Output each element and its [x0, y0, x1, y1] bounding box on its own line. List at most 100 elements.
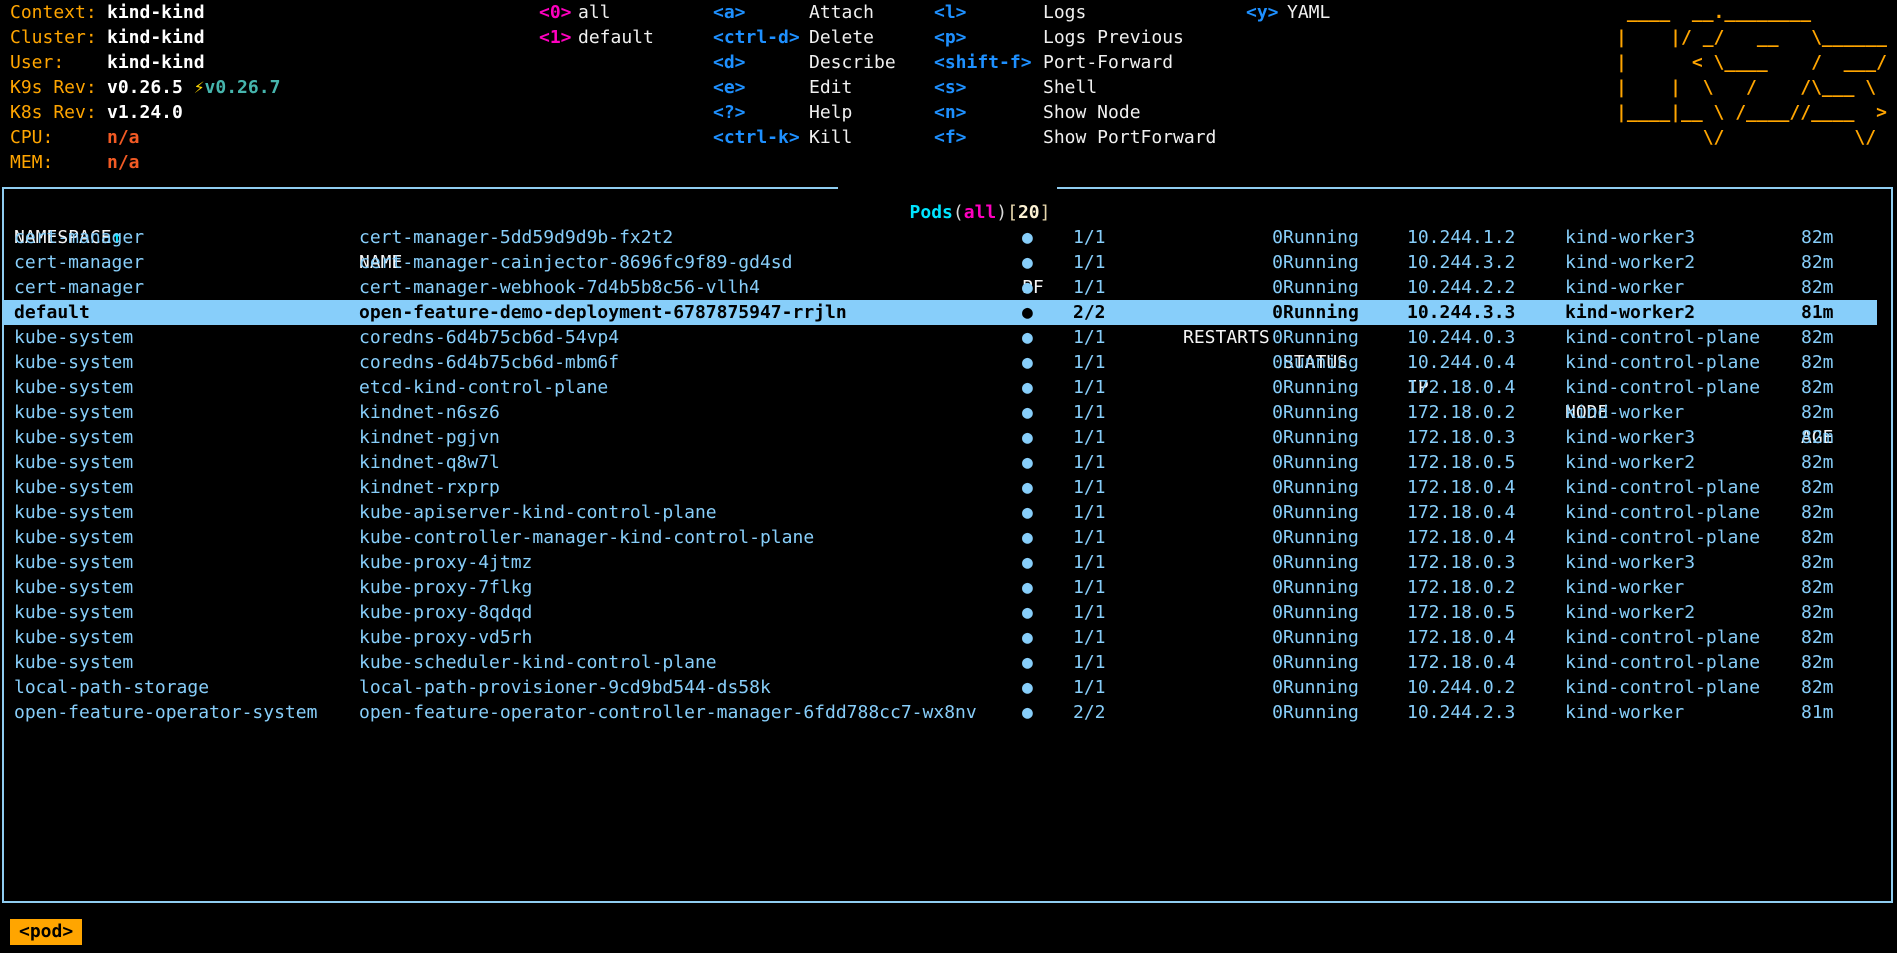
cell-namespace: kube-system: [14, 625, 133, 650]
cell-namespace: cert-manager: [14, 250, 144, 275]
cell-node: kind-control-plane: [1565, 375, 1760, 400]
cell-namespace: cert-manager: [14, 225, 144, 250]
cell-node: kind-control-plane: [1565, 650, 1760, 675]
table-row[interactable]: local-path-storagelocal-path-provisioner…: [3, 675, 1877, 700]
table-row[interactable]: kube-systemkindnet-n6sz6●1/10Running172.…: [3, 400, 1877, 425]
table-row[interactable]: kube-systemcoredns-6d4b75cb6d-54vp4●1/10…: [3, 325, 1877, 350]
cell-namespace: default: [14, 300, 90, 325]
hotkey-key: <s>: [934, 75, 967, 100]
cell-ip: 172.18.0.4: [1407, 525, 1515, 550]
port-forward-dot-icon: ●: [1022, 575, 1033, 600]
hotkey-label: YAML: [1287, 0, 1330, 25]
cell-ip: 10.244.3.2: [1407, 250, 1515, 275]
cell-status: Running: [1283, 325, 1359, 350]
cell-ip: 172.18.0.3: [1407, 550, 1515, 575]
cell-node: kind-worker3: [1565, 225, 1695, 250]
cell-status: Running: [1283, 650, 1359, 675]
cell-restarts: 0: [1183, 525, 1283, 550]
port-forward-dot-icon: ●: [1022, 550, 1033, 575]
hotkey-key: <n>: [934, 100, 967, 125]
cell-restarts: 0: [1183, 325, 1283, 350]
cell-namespace: kube-system: [14, 600, 133, 625]
table-header-row: NAMESPACE↑ NAME PF READY RESTARTS STATUS…: [3, 200, 1883, 225]
cell-node: kind-worker: [1565, 575, 1684, 600]
cell-node: kind-worker2: [1565, 600, 1695, 625]
port-forward-dot-icon: ●: [1022, 425, 1033, 450]
cell-name: coredns-6d4b75cb6d-54vp4: [359, 325, 619, 350]
k9s-logo-line: | | \ / /\___ \: [1616, 75, 1887, 100]
table-row[interactable]: kube-systemkube-proxy-7flkg●1/10Running1…: [3, 575, 1877, 600]
cell-ip: 10.244.0.2: [1407, 675, 1515, 700]
table-row[interactable]: kube-systemkindnet-pgjvn●1/10Running172.…: [3, 425, 1877, 450]
cell-ip: 172.18.0.4: [1407, 500, 1515, 525]
cell-ip: 172.18.0.4: [1407, 625, 1515, 650]
action-hotkey: <n> Show Node: [0, 100, 1897, 125]
cell-namespace: kube-system: [14, 425, 133, 450]
cell-status: Running: [1283, 625, 1359, 650]
table-row[interactable]: open-feature-operator-systemopen-feature…: [3, 700, 1877, 725]
cell-status: Running: [1283, 525, 1359, 550]
action-hotkey: <f>Show PortForward: [0, 125, 1897, 150]
table-row[interactable]: kube-systemkindnet-rxprp●1/10Running172.…: [3, 475, 1877, 500]
cell-namespace: kube-system: [14, 325, 133, 350]
cell-ip: 172.18.0.5: [1407, 450, 1515, 475]
cell-status: Running: [1283, 700, 1359, 725]
cell-status: Running: [1283, 300, 1359, 325]
table-row[interactable]: kube-systemkube-proxy-8qdqd●1/10Running1…: [3, 600, 1877, 625]
cell-restarts: 0: [1183, 600, 1283, 625]
cell-node: kind-worker: [1565, 700, 1684, 725]
table-row[interactable]: kube-systemkube-proxy-vd5rh●1/10Running1…: [3, 625, 1877, 650]
table-row[interactable]: kube-systemkube-scheduler-kind-control-p…: [3, 650, 1877, 675]
table-row[interactable]: cert-managercert-manager-5dd59d9d9b-fx2t…: [3, 225, 1877, 250]
cell-name: kube-scheduler-kind-control-plane: [359, 650, 717, 675]
cell-name: kube-proxy-8qdqd: [359, 600, 532, 625]
cell-namespace: kube-system: [14, 350, 133, 375]
cell-restarts: 0: [1183, 475, 1283, 500]
table-row[interactable]: kube-systemcoredns-6d4b75cb6d-mbm6f●1/10…: [3, 350, 1877, 375]
cell-age: 82m: [1801, 425, 1834, 450]
cell-age: 82m: [1801, 500, 1834, 525]
table-row[interactable]: cert-managercert-manager-cainjector-8696…: [3, 250, 1877, 275]
cell-ip: 10.244.1.2: [1407, 225, 1515, 250]
cell-status: Running: [1283, 550, 1359, 575]
cell-age: 82m: [1801, 650, 1834, 675]
cell-node: kind-worker2: [1565, 450, 1695, 475]
action-hotkey: <s> Shell: [0, 75, 1897, 100]
table-row[interactable]: kube-systemkube-proxy-4jtmz●1/10Running1…: [3, 550, 1877, 575]
table-row[interactable]: kube-systemkindnet-q8w7l●1/10Running172.…: [3, 450, 1877, 475]
cell-age: 82m: [1801, 600, 1834, 625]
cell-status: Running: [1283, 500, 1359, 525]
cell-restarts: 0: [1183, 225, 1283, 250]
hotkey-label: Logs Previous: [1043, 25, 1184, 50]
cell-node: kind-worker: [1565, 275, 1684, 300]
table-row[interactable]: defaultopen-feature-demo-deployment-6787…: [3, 300, 1877, 325]
hotkey-label: Shell: [1043, 75, 1097, 100]
table-row[interactable]: kube-systemetcd-kind-control-plane●1/10R…: [3, 375, 1877, 400]
table-row[interactable]: kube-systemkube-apiserver-kind-control-p…: [3, 500, 1877, 525]
table-row[interactable]: kube-systemkube-controller-manager-kind-…: [3, 525, 1877, 550]
hotkey-label: Show Node: [1043, 100, 1141, 125]
cell-ready: 1/1: [1073, 550, 1106, 575]
cell-node: kind-control-plane: [1565, 500, 1760, 525]
table-rows: cert-managercert-manager-5dd59d9d9b-fx2t…: [3, 225, 1883, 725]
cell-ready: 1/1: [1073, 475, 1106, 500]
cell-status: Running: [1283, 600, 1359, 625]
cell-age: 82m: [1801, 225, 1834, 250]
cell-ready: 2/2: [1073, 300, 1106, 325]
cell-restarts: 0: [1183, 425, 1283, 450]
cell-status: Running: [1283, 575, 1359, 600]
port-forward-dot-icon: ●: [1022, 500, 1033, 525]
cell-name: kindnet-q8w7l: [359, 450, 500, 475]
cell-name: kube-controller-manager-kind-control-pla…: [359, 525, 814, 550]
cell-name: etcd-kind-control-plane: [359, 375, 608, 400]
k9s-logo-line: \/ \/: [1616, 125, 1887, 150]
cell-ready: 1/1: [1073, 575, 1106, 600]
cell-ready: 1/1: [1073, 600, 1106, 625]
cell-name: open-feature-operator-controller-manager…: [359, 700, 977, 725]
cluster-info-value: n/a: [107, 150, 140, 175]
table-row[interactable]: cert-managercert-manager-webhook-7d4b5b8…: [3, 275, 1877, 300]
action-hotkey: <y>YAML: [0, 0, 1897, 25]
cell-ready: 1/1: [1073, 275, 1106, 300]
port-forward-dot-icon: ●: [1022, 600, 1033, 625]
cell-restarts: 0: [1183, 500, 1283, 525]
